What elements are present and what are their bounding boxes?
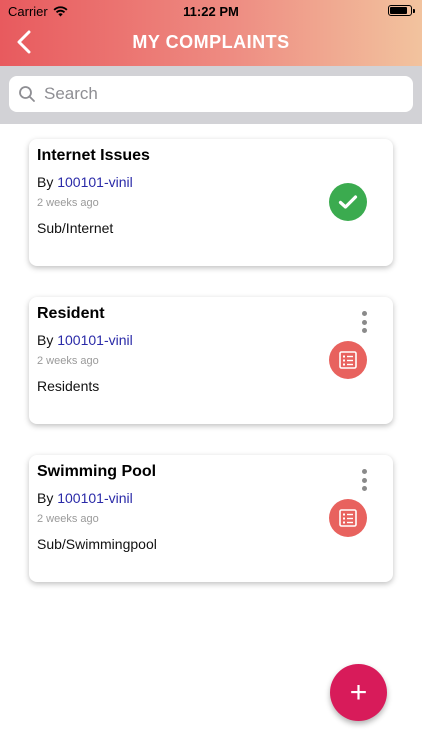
battery-icon [388, 5, 415, 16]
complaint-author: By 100101-vinil [37, 332, 133, 348]
search-bar [0, 66, 422, 124]
checklist-icon [339, 509, 357, 527]
complaint-time: 2 weeks ago [37, 513, 99, 525]
check-icon [338, 195, 358, 209]
resolved-status-badge [329, 183, 367, 221]
search-input[interactable] [44, 79, 404, 109]
header: Carrier 11:22 PM MY COMPLAINTS [0, 0, 422, 66]
author-prefix: By [37, 174, 54, 190]
status-time: 11:22 PM [183, 4, 239, 19]
complaint-title: Resident [37, 305, 105, 322]
status-bar: Carrier 11:22 PM [0, 0, 422, 22]
complaint-category: Residents [37, 378, 100, 394]
complaint-title: Internet Issues [37, 147, 150, 164]
complaint-author: By 100101-vinil [37, 174, 133, 190]
complaint-time: 2 weeks ago [37, 355, 99, 367]
checklist-icon [339, 351, 357, 369]
author-link[interactable]: 100101-vinil [57, 174, 133, 190]
page-title: MY COMPLAINTS [132, 32, 290, 52]
more-options-icon[interactable] [361, 311, 367, 333]
pending-status-badge [329, 499, 367, 537]
complaint-title: Swimming Pool [37, 463, 157, 480]
search-icon [19, 86, 35, 102]
complaint-card[interactable]: Resident By 100101-vinil 2 weeks ago Res… [29, 297, 393, 424]
complaint-card[interactable]: Swimming Pool By 100101-vinil 2 weeks ag… [29, 455, 393, 582]
complaint-card[interactable]: Internet Issues By 100101-vinil 2 weeks … [29, 139, 393, 266]
complaint-category: Sub/Swimmingpool [37, 536, 157, 552]
complaint-category: Sub/Internet [37, 220, 114, 236]
complaint-author: By 100101-vinil [37, 490, 133, 506]
author-prefix: By [37, 332, 54, 348]
add-complaint-button[interactable]: + [330, 664, 387, 721]
search-box[interactable] [9, 76, 413, 112]
author-link[interactable]: 100101-vinil [57, 332, 133, 348]
pending-status-badge [329, 341, 367, 379]
author-link[interactable]: 100101-vinil [57, 490, 133, 506]
more-options-icon[interactable] [361, 469, 367, 491]
author-prefix: By [37, 490, 54, 506]
complaint-time: 2 weeks ago [37, 197, 99, 209]
